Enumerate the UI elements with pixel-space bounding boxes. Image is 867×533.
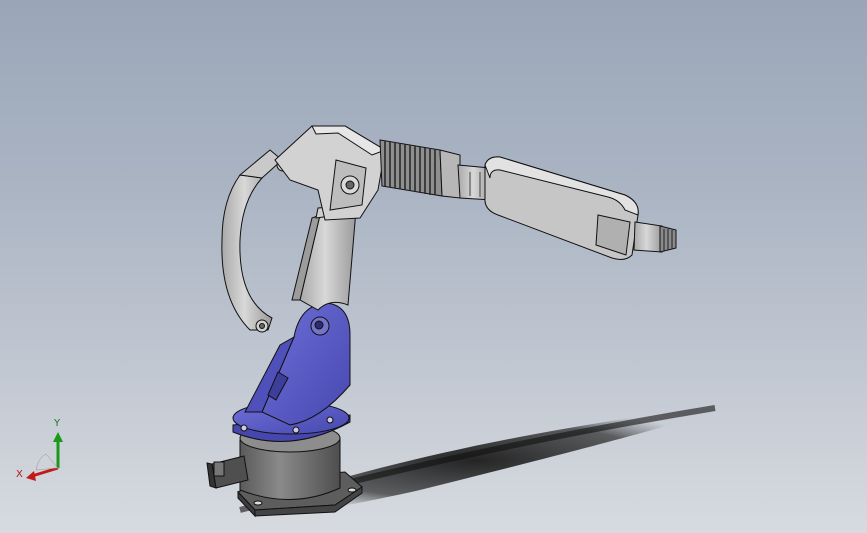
rear-linkage (221, 149, 290, 333)
forearm (484, 156, 639, 260)
x-arrow-head (26, 471, 36, 481)
elbow-housing (274, 125, 387, 221)
x-axis-label: X (16, 469, 23, 480)
bellows-joint (379, 139, 461, 199)
y-arrow-head (53, 432, 63, 442)
triad-plane (35, 453, 59, 471)
triad-graphic: Y X (16, 418, 63, 481)
cad-graphics-viewport[interactable]: Y X (0, 0, 867, 533)
coordinate-triad: Y X (10, 410, 80, 485)
tool-flange (633, 221, 677, 253)
robot-arm-model[interactable] (0, 0, 867, 533)
y-axis-label: Y (53, 418, 61, 429)
lower-arm (291, 204, 363, 311)
